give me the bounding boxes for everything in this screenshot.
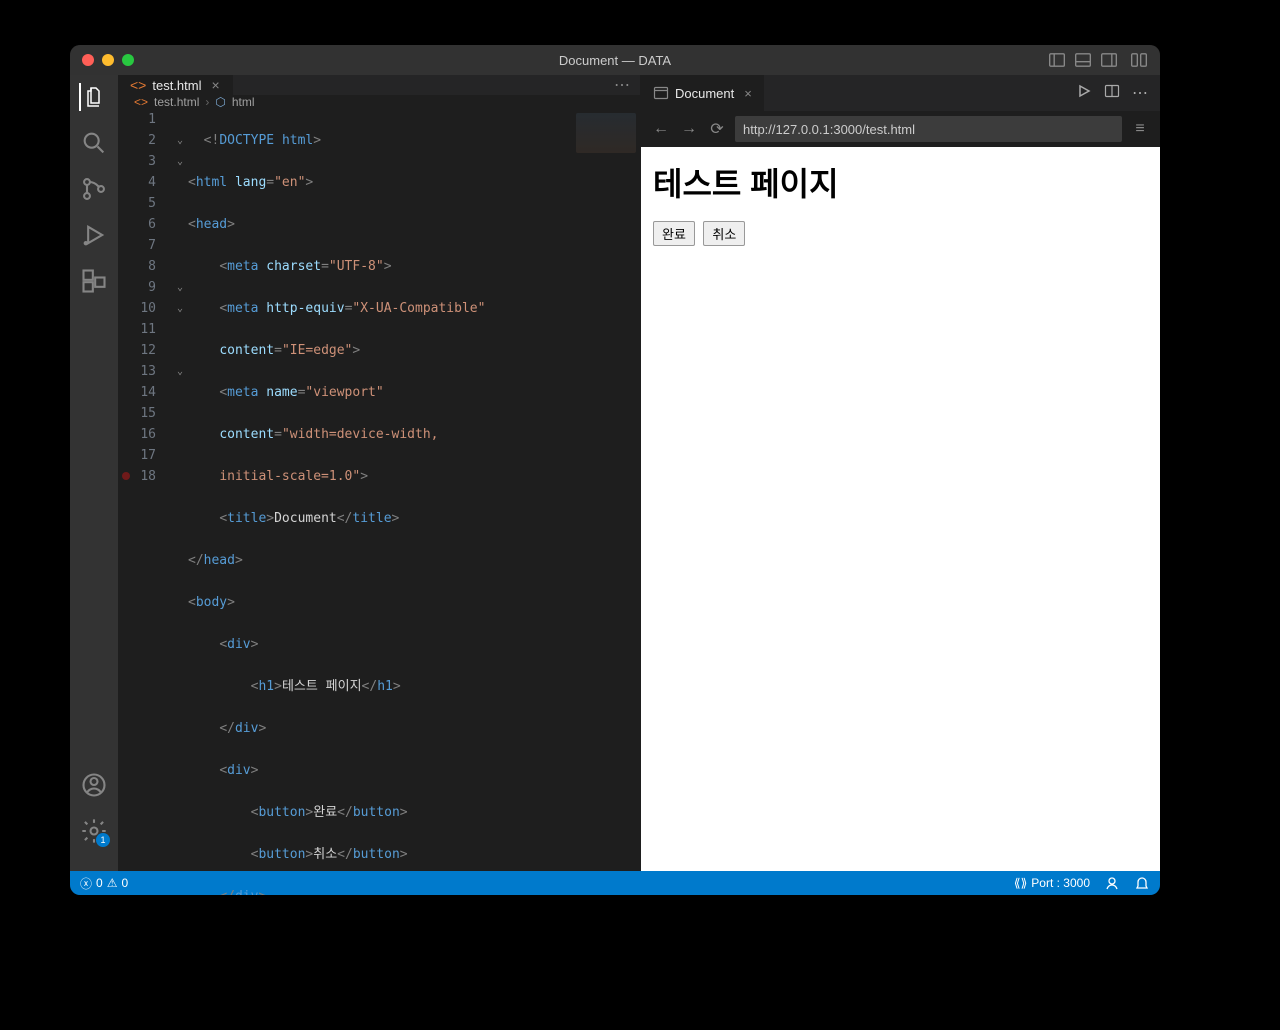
preview-heading: 테스트 페이지 [653,159,1148,205]
preview-tabs: Document × ⋯ [641,75,1160,111]
window-title: Document — DATA [559,53,671,68]
line-numbers: 1 2 3 4 5 6 7 8 9 10 11 12 13 14 [118,109,172,895]
fold-icon[interactable]: ⌄ [172,277,188,298]
run-debug-icon[interactable] [80,221,108,249]
forward-icon[interactable]: → [679,120,699,138]
play-icon[interactable] [1076,83,1092,99]
preview-pane: Document × ⋯ ← → ⟳ ≡ [640,75,1160,871]
broadcast-icon: ⟪⟫ [1014,876,1027,890]
editor-pane: <> test.html × ⋯ <> test.html › ⬡ html [118,75,640,871]
symbol-icon: ⬡ [215,95,225,109]
fold-icon[interactable]: ⌄ [172,298,188,319]
editor-more-icon[interactable]: ⋯ [604,75,640,95]
complete-button[interactable]: 완료 [653,221,695,246]
traffic-lights [82,54,134,66]
preview-icon [653,85,669,101]
titlebar: Document — DATA [70,45,1160,75]
html-file-icon: <> [130,77,146,93]
source-control-icon[interactable] [80,175,108,203]
main-area: 1 <> test.html × ⋯ <> test.html [70,75,1160,871]
explorer-icon[interactable] [79,83,107,111]
chevron-right-icon: › [205,95,209,109]
tab-test-html[interactable]: <> test.html × [118,75,233,95]
panel-bottom-icon[interactable] [1074,51,1092,69]
extensions-icon[interactable] [80,267,108,295]
code-editor[interactable]: 1 2 3 4 5 6 7 8 9 10 11 12 13 14 [118,109,640,895]
menu-icon[interactable]: ≡ [1130,120,1150,138]
search-icon[interactable] [80,129,108,157]
html-file-icon: <> [134,95,148,109]
code-content[interactable]: <!DOCTYPE html> <html lang="en"> <head> … [188,109,640,895]
settings-badge: 1 [96,833,110,847]
layout-icon[interactable] [1130,51,1148,69]
vscode-window: Document — DATA 1 [70,45,1160,895]
error-icon: ⓧ [80,875,92,892]
activity-bar: 1 [70,75,118,871]
tab-label: test.html [152,78,201,93]
panel-left-icon[interactable] [1048,51,1066,69]
feedback-icon[interactable] [1104,875,1120,891]
url-input[interactable] [735,116,1122,142]
close-icon[interactable]: × [211,77,219,93]
breadcrumb-file: test.html [154,95,199,109]
breadcrumb[interactable]: <> test.html › ⬡ html [118,95,640,109]
editor-group: <> test.html × ⋯ <> test.html › ⬡ html [118,75,1160,871]
preview-address-bar: ← → ⟳ ≡ [641,111,1160,147]
warning-icon: ⚠ [107,876,118,890]
fold-gutter: ⌄ ⌄ ⌄ ⌄ ⌄ [172,109,188,895]
account-icon[interactable] [80,771,108,799]
fold-icon[interactable]: ⌄ [172,130,188,151]
tab-document-preview[interactable]: Document × [641,75,764,111]
preview-document: 테스트 페이지 완료 취소 [641,147,1160,871]
port-status[interactable]: ⟪⟫ Port : 3000 [1014,876,1090,890]
maximize-window-button[interactable] [122,54,134,66]
split-editor-icon[interactable] [1104,83,1120,99]
editor-tabs: <> test.html × ⋯ [118,75,640,95]
cancel-button[interactable]: 취소 [703,221,745,246]
reload-icon[interactable]: ⟳ [707,119,727,139]
more-icon[interactable]: ⋯ [1132,83,1148,103]
breadcrumb-symbol: html [232,95,255,109]
panel-right-icon[interactable] [1100,51,1118,69]
close-window-button[interactable] [82,54,94,66]
notifications-icon[interactable] [1134,875,1150,891]
back-icon[interactable]: ← [651,120,671,138]
close-icon[interactable]: × [744,86,752,101]
minimize-window-button[interactable] [102,54,114,66]
fold-icon[interactable]: ⌄ [172,151,188,172]
preview-tab-label: Document [675,86,734,101]
fold-icon[interactable]: ⌄ [172,361,188,382]
minimap[interactable] [576,113,636,153]
